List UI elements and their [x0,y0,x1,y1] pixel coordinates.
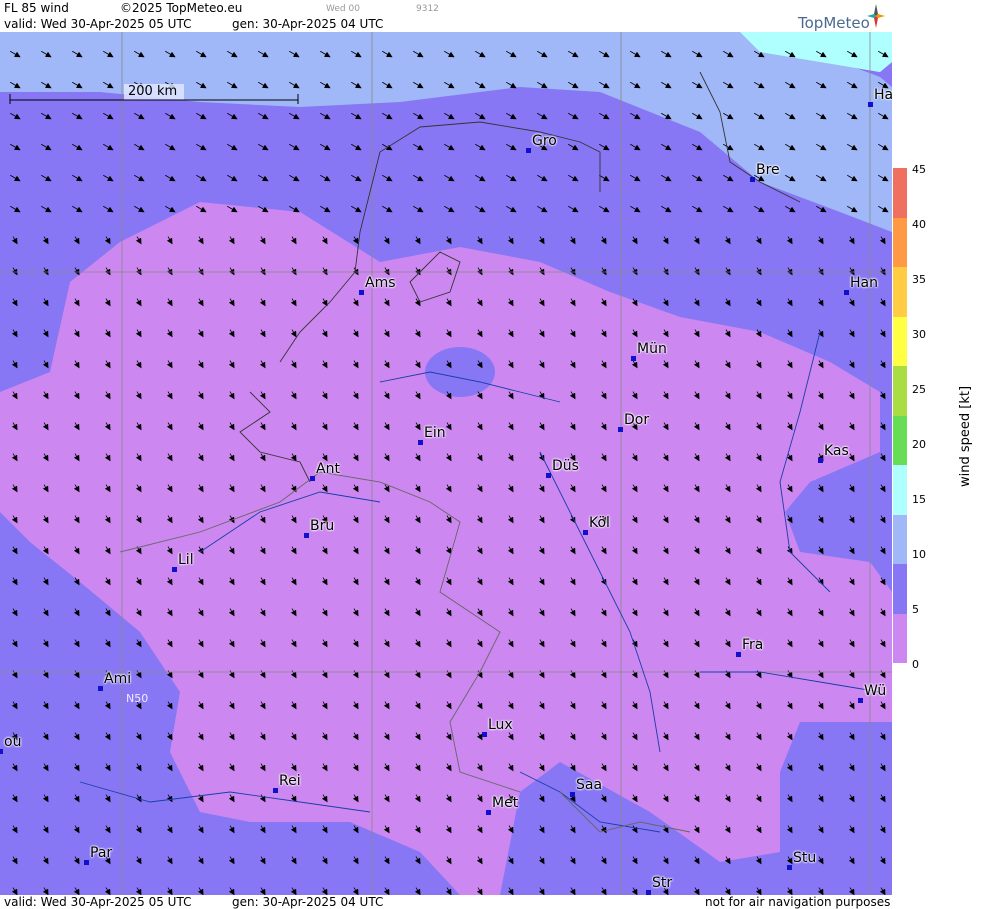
city-label: Han [850,275,878,291]
disclaimer: not for air navigation purposes [705,895,891,909]
city-marker [818,458,823,463]
generated-time: gen: 30-Apr-2025 04 UTC [232,17,384,31]
city-marker [646,890,651,895]
city-marker [858,698,863,703]
scale-bar: 200 km [8,84,300,106]
legend-tick-label: 40 [912,218,926,231]
city-label: Par [90,845,113,861]
city-label: Ein [424,425,446,441]
legend-color-step [893,613,907,663]
city-marker [570,792,575,797]
city-label: Köl [589,515,610,531]
city-marker [868,102,873,107]
city-label: Gro [532,133,557,149]
city-marker [84,860,89,865]
legend-tick-label: 15 [912,493,926,506]
city-marker [787,865,792,870]
city-label: Ha [874,87,892,103]
city-label: Ams [365,275,396,291]
city-label: Bru [310,518,335,534]
city-label: Rei [279,773,301,789]
legend-tick-label: 20 [912,438,926,451]
city-marker [750,177,755,182]
city-marker [98,686,103,691]
city-label: Dor [624,412,650,428]
city-label: ou [4,734,22,750]
legend-color-step [893,316,907,366]
legend-color-step [893,415,907,465]
city-marker [0,749,3,754]
scale-label: 200 km [128,84,178,99]
city-label: Ant [316,461,340,477]
city-marker [844,290,849,295]
city-label: Kas [824,443,849,459]
footer-generated-time: gen: 30-Apr-2025 04 UTC [232,895,384,909]
valid-time: valid: Wed 30-Apr-2025 05 UTC [4,17,192,31]
city-label: Mün [637,341,667,357]
city-label: Met [492,795,519,811]
legend-color-step [893,217,907,267]
city-label: Düs [552,458,579,474]
legend-color-step [893,465,907,515]
legend-tick-label: 30 [912,328,926,341]
latitude-label: N50 [126,692,149,705]
city-marker [418,440,423,445]
city-label: Lil [178,552,194,568]
city-marker [546,473,551,478]
compass-star-icon [867,4,885,28]
city-label: Bre [756,162,780,178]
city-marker [172,567,177,572]
product-title: FL 85 wind [4,1,69,15]
city-label: Wü [864,683,887,699]
city-marker [359,290,364,295]
city-label: Lux [488,717,513,733]
city-marker [304,533,309,538]
copyright-text: ©2025 TopMeteo.eu [120,1,243,15]
legend-tick-label: 45 [912,163,926,176]
city-label: Saa [576,777,603,793]
city-marker [583,530,588,535]
legend-color-step [893,267,907,317]
city-label: Ami [104,671,132,687]
legend-tick-label: 5 [912,603,919,616]
legend-tick-label: 0 [912,658,919,671]
legend-tick-label: 10 [912,548,926,561]
city-label: Str [652,875,673,891]
legend-tick-label: 35 [912,273,926,286]
city-marker [526,148,531,153]
day-code: Wed 00 [326,4,360,14]
legend-title: wind speed [kt] [958,385,973,487]
footer-valid-time: valid: Wed 30-Apr-2025 05 UTC [4,895,192,909]
city-marker [486,810,491,815]
run-code: 9312 [416,4,439,14]
legend-color-step [893,168,907,218]
city-marker [631,356,636,361]
city-marker [482,732,487,737]
city-label: Stu [793,850,817,866]
city-marker [736,652,741,657]
city-label: Fra [742,637,764,653]
wind-map[interactable]: 200 km N50 Gro Bre Ha Ams Han Mün Dor Ein Kas Ant… [0,32,892,895]
city-marker [310,476,315,481]
wind-speed-legend [893,168,907,663]
city-marker [273,788,278,793]
topmeteo-logo: TopMeteo [798,14,870,32]
legend-color-step [893,564,907,614]
legend-color-step [893,514,907,564]
legend-color-step [893,366,907,416]
legend-tick-label: 25 [912,383,926,396]
city-marker [618,427,623,432]
